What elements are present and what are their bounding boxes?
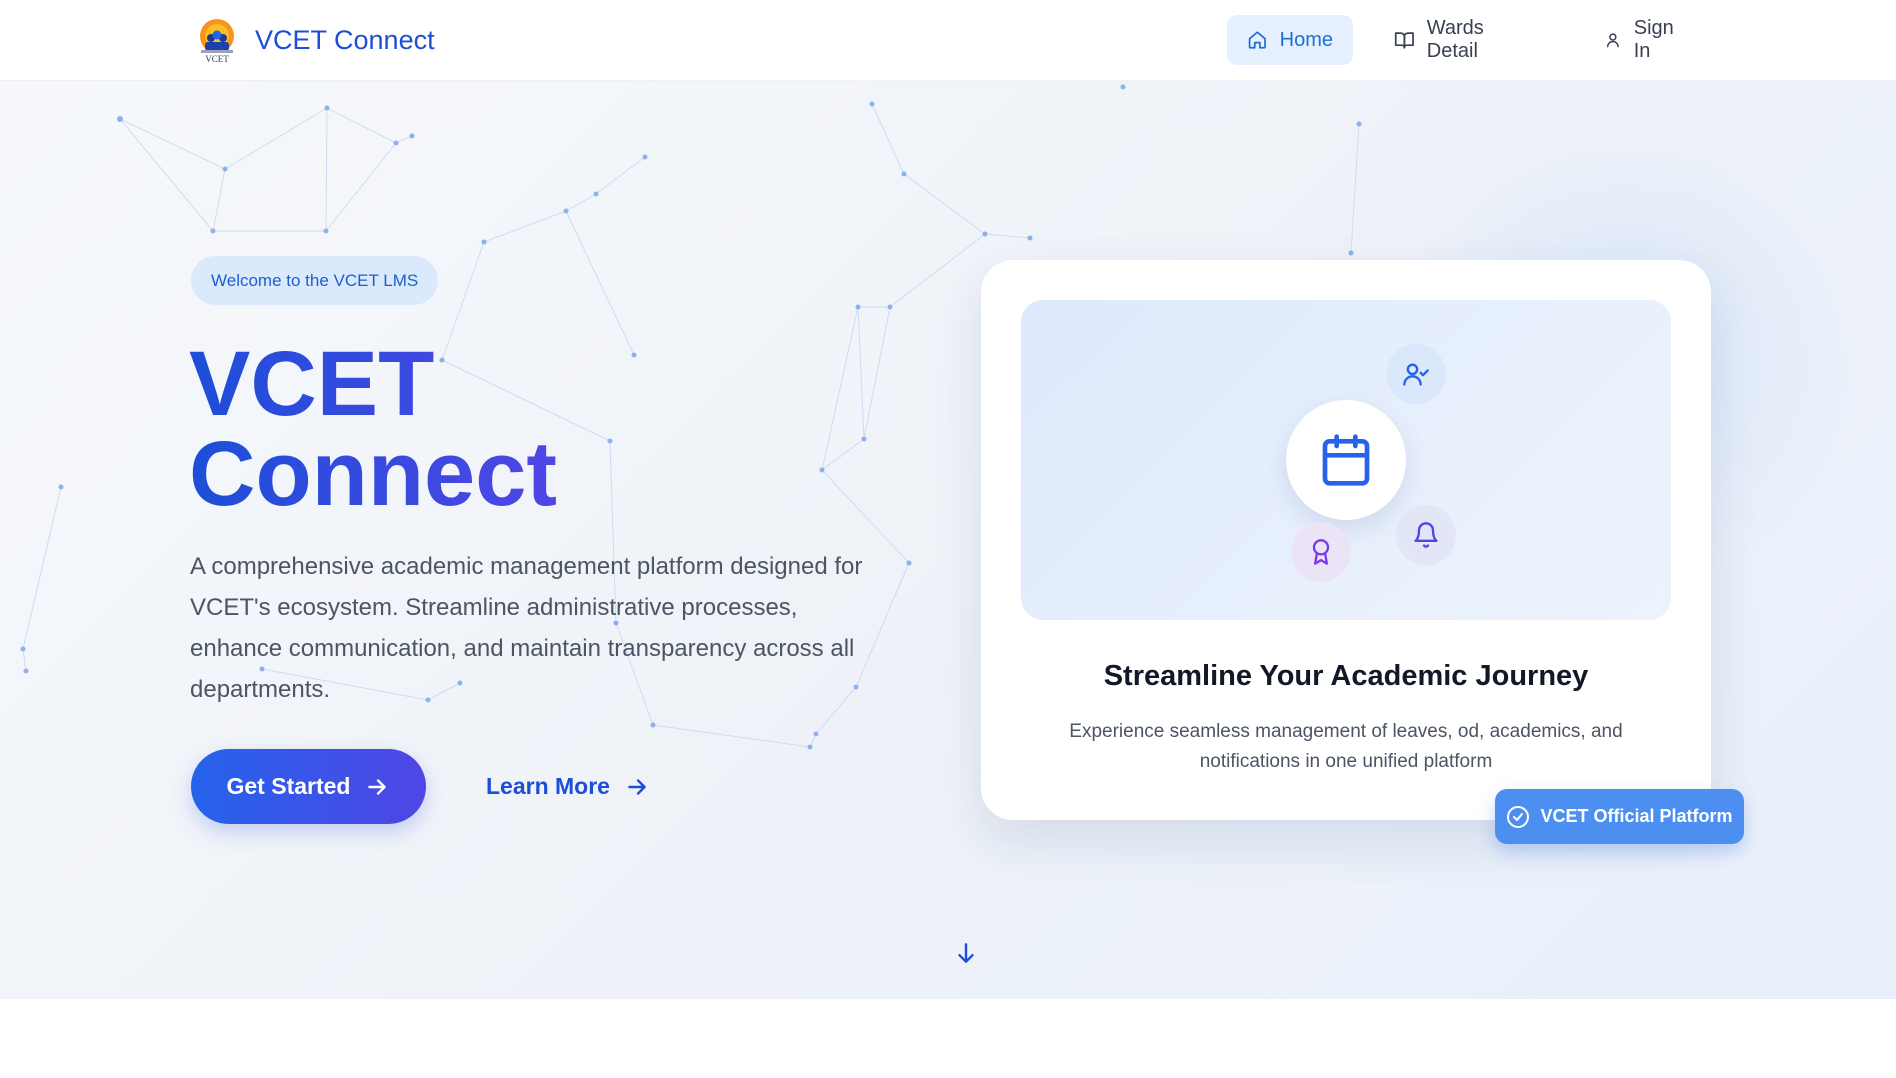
badge-label: VCET Official Platform bbox=[1540, 806, 1733, 826]
brand[interactable]: VCET VCET Connect bbox=[193, 16, 435, 64]
get-started-label: Get Started bbox=[226, 773, 351, 799]
top-navbar: VCET VCET Connect Home Wards Detail Sign… bbox=[0, 0, 1896, 81]
svg-text:VCET: VCET bbox=[205, 54, 229, 64]
get-started-button[interactable]: Get Started bbox=[191, 749, 426, 824]
official-platform-badge: VCET Official Platform bbox=[1495, 789, 1744, 844]
card-title: Streamline Your Academic Journey bbox=[1103, 660, 1589, 692]
nav-signin-label: Sign In bbox=[1633, 17, 1674, 62]
arrow-right-icon bbox=[628, 778, 646, 795]
calendar-icon bbox=[1322, 434, 1370, 486]
hero-section: Welcome to the VCET LMS VCET Connect A c… bbox=[0, 81, 1896, 999]
learn-more-button[interactable]: Learn More bbox=[486, 749, 650, 824]
hero-title-line1: VCET bbox=[189, 333, 435, 435]
card-description: Experience seamless management of leaves… bbox=[1069, 721, 1623, 772]
check-circle-icon bbox=[1507, 805, 1530, 828]
book-open-icon bbox=[1394, 32, 1414, 49]
vcet-logo: VCET bbox=[200, 19, 234, 64]
home-icon bbox=[1248, 31, 1266, 49]
nav-home-label: Home bbox=[1279, 28, 1333, 51]
arrow-right-icon bbox=[368, 778, 387, 795]
card-illustration bbox=[1021, 300, 1671, 620]
bell-icon bbox=[1414, 522, 1438, 548]
nav-wards-detail[interactable]: Wards Detail bbox=[1374, 15, 1554, 65]
brand-name: VCET Connect bbox=[255, 24, 435, 55]
page-bottom bbox=[0, 999, 1896, 1078]
nav-sign-in[interactable]: Sign In bbox=[1584, 15, 1704, 65]
hero-title: VCET Connect bbox=[189, 339, 557, 519]
user-icon bbox=[1606, 33, 1619, 48]
arrow-down-icon[interactable] bbox=[953, 939, 979, 967]
award-badge bbox=[1291, 522, 1351, 582]
learn-more-label: Learn More bbox=[486, 773, 610, 799]
hero-description: A comprehensive academic management plat… bbox=[190, 553, 863, 703]
award-icon bbox=[1312, 539, 1330, 565]
user-check-badge bbox=[1386, 344, 1446, 404]
user-check-icon bbox=[1403, 363, 1429, 386]
hero-title-line2: Connect bbox=[189, 423, 557, 525]
nav-home[interactable]: Home bbox=[1227, 15, 1353, 65]
feature-card: Streamline Your Academic Journey Experie… bbox=[981, 260, 1711, 820]
nav-wards-label: Wards Detail bbox=[1426, 17, 1484, 62]
bell-badge bbox=[1396, 505, 1456, 565]
calendar-circle bbox=[1286, 400, 1406, 520]
welcome-pill: Welcome to the VCET LMS bbox=[191, 256, 439, 305]
